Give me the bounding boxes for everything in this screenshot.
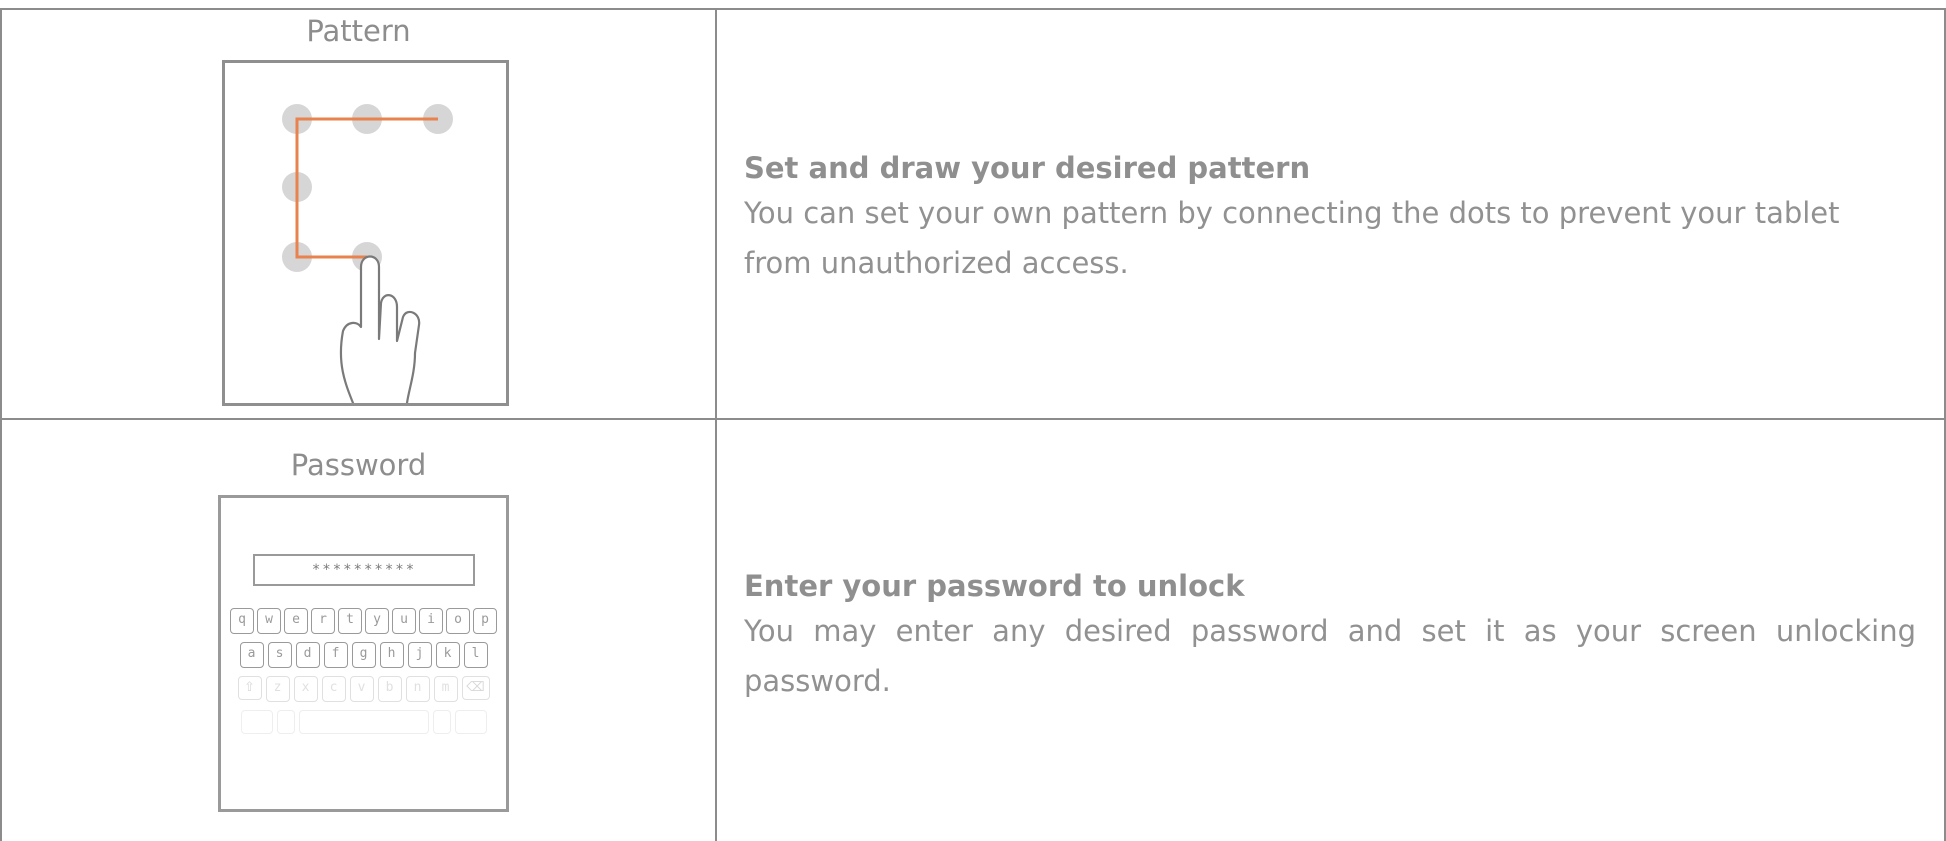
- keyboard-key: n: [405, 676, 430, 702]
- keyboard-key: j: [407, 642, 432, 668]
- period-key: [432, 710, 451, 734]
- password-title: Enter your password to unlock: [744, 569, 1245, 603]
- table-column-divider: [715, 8, 717, 841]
- pattern-label: Pattern: [306, 14, 411, 48]
- keyboard-key: w: [257, 608, 281, 634]
- keyboard-key: z: [265, 676, 290, 702]
- keyboard-row-4: [225, 710, 502, 734]
- keyboard-key: v: [349, 676, 374, 702]
- keyboard-key: e: [284, 608, 308, 634]
- pattern-body: You can set your own pattern by connecti…: [744, 196, 1840, 280]
- password-mask: **********: [311, 562, 417, 578]
- backspace-icon: ⌫: [461, 676, 490, 700]
- keyboard-key: x: [293, 676, 318, 702]
- keyboard-key: o: [446, 608, 470, 634]
- keyboard-key: p: [473, 608, 497, 634]
- space-key: [298, 710, 429, 734]
- password-field: **********: [253, 554, 475, 586]
- hand-pointer-icon: [339, 255, 421, 403]
- password-label: Password: [290, 448, 427, 482]
- enter-key: [454, 710, 487, 734]
- keyboard-row-2: asdfghjkl: [225, 642, 502, 668]
- symbols-key: [240, 710, 273, 734]
- keyboard-key: k: [435, 642, 460, 668]
- keyboard-key: f: [323, 642, 348, 668]
- table-border-left: [0, 8, 2, 841]
- pattern-lock-illustration: [282, 104, 453, 403]
- table-row-divider: [0, 418, 1946, 420]
- shift-icon: ⇧: [237, 676, 262, 700]
- password-illustration-frame: ********** qwertyuiop asdfghjkl ⇧ zxcvbn…: [218, 495, 509, 812]
- password-body: You may enter any desired password and s…: [744, 614, 1916, 698]
- keyboard-key: b: [377, 676, 402, 702]
- keyboard-key: a: [239, 642, 264, 668]
- keyboard-key: g: [351, 642, 376, 668]
- keyboard-key: r: [311, 608, 335, 634]
- keyboard-key: d: [295, 642, 320, 668]
- keyboard-key: l: [463, 642, 488, 668]
- keyboard-row-1: qwertyuiop: [225, 608, 502, 634]
- keyboard-key: i: [419, 608, 443, 634]
- keyboard-key: s: [267, 642, 292, 668]
- keyboard-key: h: [379, 642, 404, 668]
- keyboard-row-3: ⇧ z x c v b n m ⌫: [225, 676, 502, 702]
- pattern-description: Set and draw your desired pattern You ca…: [744, 148, 1916, 288]
- keyboard-illustration: qwertyuiop asdfghjkl ⇧ z x c v b n m ⌫: [225, 608, 502, 734]
- keyboard-key: y: [365, 608, 389, 634]
- comma-key: [276, 710, 295, 734]
- pattern-title: Set and draw your desired pattern: [744, 151, 1311, 185]
- keyboard-key: t: [338, 608, 362, 634]
- table-border-top: [0, 8, 1946, 10]
- keyboard-key: u: [392, 608, 416, 634]
- keyboard-key: m: [433, 676, 458, 702]
- password-description: Enter your password to unlock You may en…: [744, 566, 1916, 706]
- keyboard-key: q: [230, 608, 254, 634]
- keyboard-key: c: [321, 676, 346, 702]
- pattern-illustration-frame: [222, 60, 509, 406]
